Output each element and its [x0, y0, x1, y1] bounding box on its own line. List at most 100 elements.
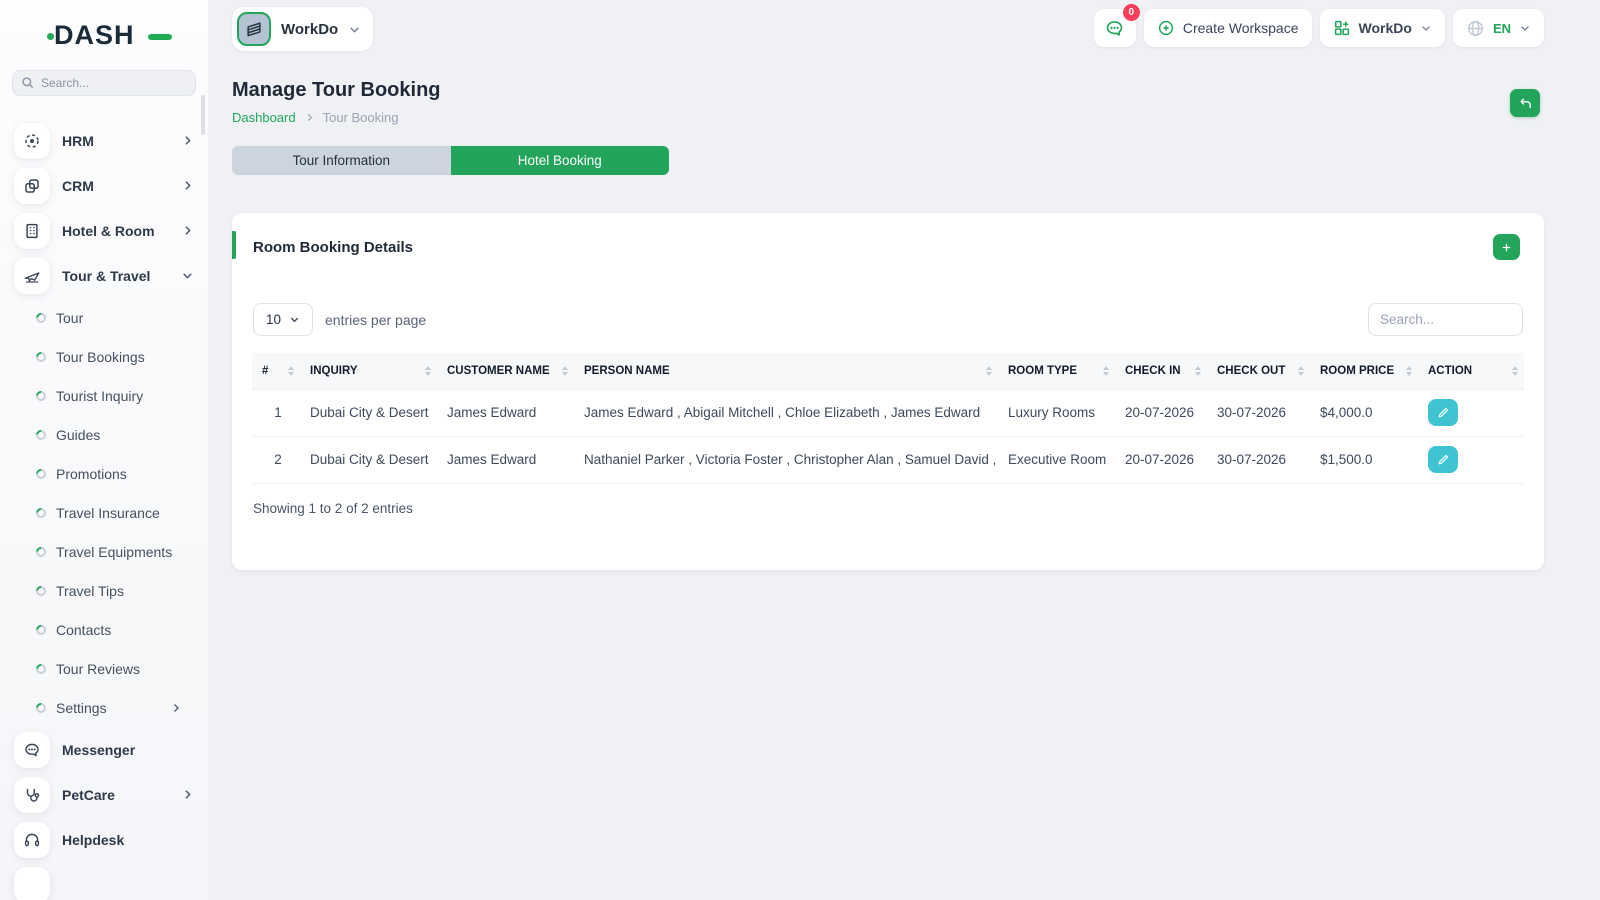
cell-check-out: 30-07-2026: [1207, 436, 1310, 483]
breadcrumb-separator-icon: [304, 112, 315, 123]
subitem-label: Tour Reviews: [56, 661, 208, 677]
col-header-inquiry[interactable]: INQUIRY: [300, 353, 437, 389]
sidebar-item-tour-travel[interactable]: Tour & Travel: [0, 253, 208, 298]
col-header-num[interactable]: #: [252, 353, 300, 389]
table-row: 1 Dubai City & Desert James Edward James…: [252, 389, 1524, 436]
workdo-label: WorkDo: [1359, 20, 1412, 36]
sort-icon: [1298, 366, 1304, 376]
sidebar-subitem-promotions[interactable]: Promotions: [0, 454, 208, 493]
sidebar-subitem-settings[interactable]: Settings: [0, 688, 208, 727]
cell-customer: James Edward: [437, 389, 574, 436]
table-row: 2 Dubai City & Desert James Edward Natha…: [252, 436, 1524, 483]
table-header-row: # INQUIRY CUSTOMER NAME PERSON NAME ROOM…: [252, 353, 1524, 389]
back-button[interactable]: [1510, 89, 1540, 117]
chevron-right-icon: [181, 224, 194, 237]
subitem-label: Tour Bookings: [56, 349, 208, 365]
subitem-label: Promotions: [56, 466, 208, 482]
sidebar-item-petcare[interactable]: PetCare: [0, 772, 208, 817]
hrm-icon: [14, 123, 50, 159]
language-code: EN: [1493, 21, 1511, 36]
bullet-icon: [34, 700, 48, 714]
brand-logo[interactable]: DASH: [54, 20, 164, 52]
sort-icon: [986, 366, 992, 376]
subitem-label: Travel Equipments: [56, 544, 208, 560]
cell-num: 1: [252, 389, 300, 436]
breadcrumb: Dashboard Tour Booking: [232, 110, 399, 125]
bullet-icon: [34, 388, 48, 402]
bullet-icon: [34, 544, 48, 558]
sort-icon: [288, 366, 294, 376]
sidebar-subitem-travel-equipments[interactable]: Travel Equipments: [0, 532, 208, 571]
sidebar-subitem-contacts[interactable]: Contacts: [0, 610, 208, 649]
search-icon: [21, 76, 35, 90]
sidebar-subitem-travel-tips[interactable]: Travel Tips: [0, 571, 208, 610]
chevron-down-icon: [1420, 22, 1432, 34]
breadcrumb-current: Tour Booking: [323, 110, 399, 125]
workspace-switcher[interactable]: WorkDo: [232, 7, 373, 51]
room-booking-table: # INQUIRY CUSTOMER NAME PERSON NAME ROOM…: [252, 353, 1524, 484]
col-header-person-name[interactable]: PERSON NAME: [574, 353, 998, 389]
sidebar-item-hotel-room[interactable]: Hotel & Room: [0, 208, 208, 253]
workspace-avatar-icon: [237, 12, 271, 46]
sidebar: DASH HRM CRM: [0, 0, 208, 900]
sort-icon: [562, 366, 568, 376]
sidebar-search-input[interactable]: [41, 76, 181, 90]
col-header-action[interactable]: ACTION: [1418, 353, 1524, 389]
table-search-input[interactable]: [1368, 303, 1523, 336]
edit-button[interactable]: [1428, 399, 1458, 426]
card-accent-bar: [232, 231, 236, 259]
language-selector[interactable]: EN: [1453, 9, 1544, 47]
page-title: Manage Tour Booking: [232, 79, 441, 102]
helpdesk-headset-icon: [14, 822, 50, 858]
sidebar-item-label: CRM: [62, 178, 181, 194]
logo-text: DASH: [54, 20, 135, 50]
bullet-icon: [34, 505, 48, 519]
cell-price: $4,000.0: [1310, 389, 1418, 436]
cell-check-in: 20-07-2026: [1115, 389, 1207, 436]
bullet-icon: [34, 622, 48, 636]
edit-button[interactable]: [1428, 446, 1458, 473]
sidebar-subitem-tour-reviews[interactable]: Tour Reviews: [0, 649, 208, 688]
sidebar-search[interactable]: [12, 70, 196, 96]
messenger-chat-icon: [14, 732, 50, 768]
cell-num: 2: [252, 436, 300, 483]
chevron-down-icon: [348, 23, 361, 36]
logo-dash-accent: [148, 34, 172, 40]
sidebar-subitem-travel-insurance[interactable]: Travel Insurance: [0, 493, 208, 532]
subitem-label: Travel Insurance: [56, 505, 208, 521]
cell-inquiry: Dubai City & Desert: [300, 436, 437, 483]
col-header-customer-name[interactable]: CUSTOMER NAME: [437, 353, 574, 389]
sidebar-item-partial[interactable]: [0, 862, 208, 900]
col-header-check-out[interactable]: CHECK OUT: [1207, 353, 1310, 389]
entries-per-page-select[interactable]: 10: [253, 303, 313, 336]
chevron-down-icon: [1519, 22, 1531, 34]
subitem-label: Settings: [56, 700, 170, 716]
grid-plus-icon: [1333, 19, 1351, 37]
sidebar-item-messenger[interactable]: Messenger: [0, 727, 208, 772]
breadcrumb-dashboard-link[interactable]: Dashboard: [232, 110, 296, 125]
col-header-check-in[interactable]: CHECK IN: [1115, 353, 1207, 389]
chevron-down-icon: [289, 314, 300, 325]
sidebar-subitem-tourist-inquiry[interactable]: Tourist Inquiry: [0, 376, 208, 415]
pencil-icon: [1437, 453, 1450, 466]
col-header-room-type[interactable]: ROOM TYPE: [998, 353, 1115, 389]
sidebar-subitem-tour-bookings[interactable]: Tour Bookings: [0, 337, 208, 376]
sort-icon: [1406, 366, 1412, 376]
hotel-building-icon: [14, 213, 50, 249]
sidebar-item-crm[interactable]: CRM: [0, 163, 208, 208]
messages-button[interactable]: 0: [1094, 9, 1136, 47]
sidebar-subitem-tour[interactable]: Tour: [0, 298, 208, 337]
card-title: Room Booking Details: [253, 239, 1493, 256]
workdo-apps-button[interactable]: WorkDo: [1320, 9, 1445, 47]
create-workspace-button[interactable]: Create Workspace: [1144, 9, 1312, 47]
sidebar-scrollbar[interactable]: [201, 95, 205, 135]
sidebar-item-hrm[interactable]: HRM: [0, 118, 208, 163]
tab-hotel-booking[interactable]: Hotel Booking: [451, 146, 670, 175]
add-booking-button[interactable]: [1493, 234, 1520, 260]
tab-tour-information[interactable]: Tour Information: [232, 146, 451, 175]
sidebar-item-helpdesk[interactable]: Helpdesk: [0, 817, 208, 862]
col-header-room-price[interactable]: ROOM PRICE: [1310, 353, 1418, 389]
sidebar-subitem-guides[interactable]: Guides: [0, 415, 208, 454]
sidebar-item-label: PetCare: [62, 787, 181, 803]
bullet-icon: [34, 661, 48, 675]
